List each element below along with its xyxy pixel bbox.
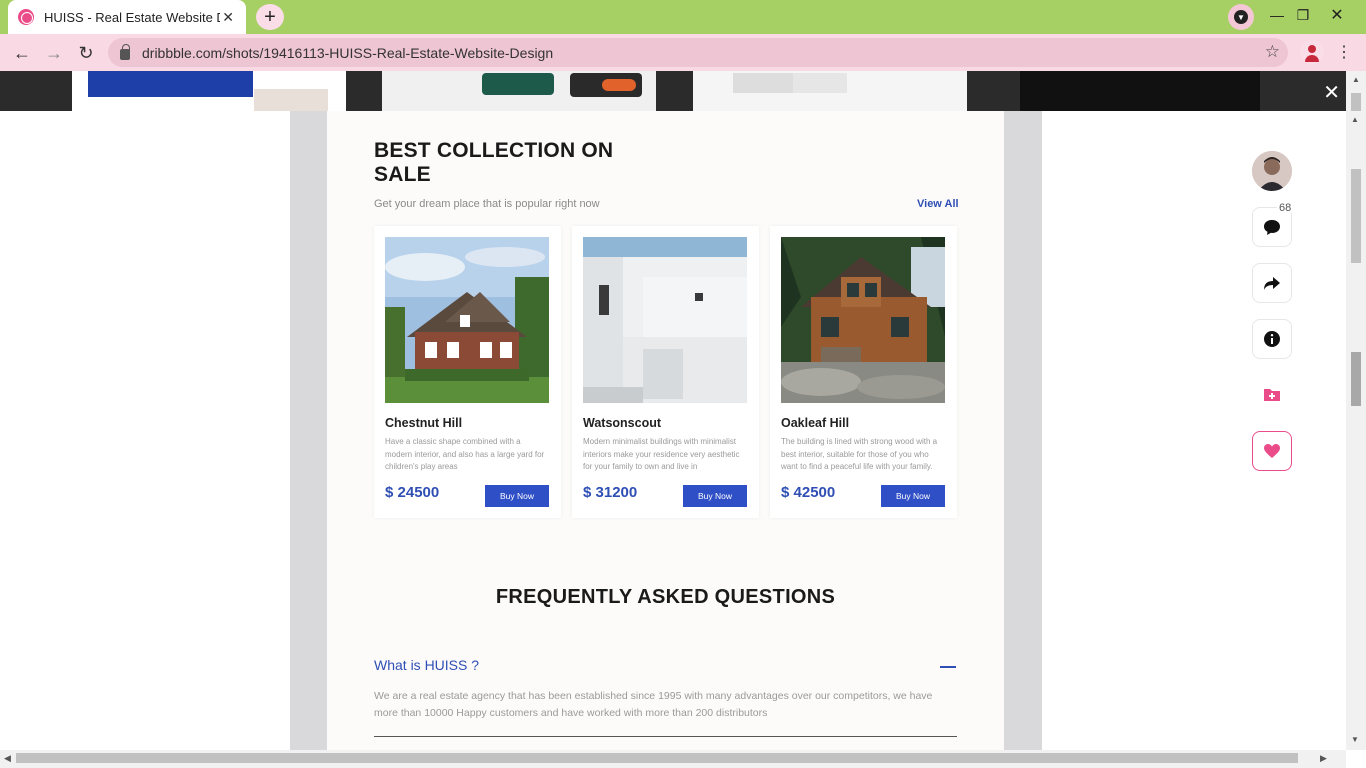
page-scrollbar[interactable]: ▲ [1346, 71, 1366, 111]
back-arrow-icon[interactable]: ← [9, 40, 35, 66]
share-icon [1264, 277, 1280, 290]
listing-description: Modern minimalist buildings with minimal… [583, 437, 740, 471]
scroll-up-arrow-icon[interactable]: ▲ [1351, 115, 1359, 124]
scroll-left-arrow-icon[interactable]: ◀ [4, 753, 11, 764]
tab-close-icon[interactable]: ✕ [220, 9, 236, 26]
listing-price: $ 24500 [385, 484, 440, 501]
listing-description: Have a classic shape combined with a mod… [385, 437, 545, 471]
browser-toolbar: ← → ↻ dribbble.com/shots/19416113-HUISS-… [0, 34, 1366, 71]
listing-name: Watsonscout [583, 416, 662, 430]
lock-icon [120, 44, 130, 60]
browser-tab[interactable]: HUISS - Real Estate Website Design ✕ [8, 0, 246, 34]
heart-icon [1264, 444, 1280, 458]
faq-divider [374, 736, 957, 737]
listing-price: $ 31200 [583, 484, 638, 501]
section-heading: BEST COLLECTION ON SALE [374, 139, 614, 186]
listing-name: Chestnut Hill [385, 416, 463, 430]
scroll-right-arrow-icon[interactable]: ▶ [1320, 753, 1327, 764]
modal-vertical-scrollbar[interactable]: ▲ ▼ [1346, 111, 1366, 750]
profile-head-icon [1308, 45, 1316, 53]
listing-description: The building is lined with strong wood w… [781, 437, 938, 471]
faq-answer: We are a real estate agency that has bee… [374, 690, 933, 719]
listing-name: Oakleaf Hill [781, 416, 850, 430]
comment-icon [1264, 220, 1280, 235]
buy-now-button[interactable]: Buy Now [485, 485, 549, 507]
page-backdrop [0, 71, 1366, 111]
profile-body-icon [1305, 55, 1319, 62]
scroll-up-arrow-icon[interactable]: ▲ [1352, 75, 1360, 84]
browser-tab-strip: HUISS - Real Estate Website Design ✕ + ▼… [0, 0, 1366, 34]
modal-close-icon[interactable]: ✕ [1323, 80, 1340, 105]
faq-heading: FREQUENTLY ASKED QUESTIONS [495, 586, 836, 608]
url-text: dribbble.com/shots/19416113-HUISS-Real-E… [142, 44, 554, 61]
forward-arrow-icon[interactable]: → [41, 40, 67, 66]
chevron-down-icon: ▼ [1234, 10, 1248, 24]
view-all-link[interactable]: View All [917, 198, 959, 210]
share-button[interactable] [1252, 263, 1292, 303]
dribbble-favicon-icon [18, 9, 34, 25]
info-icon [1264, 331, 1280, 347]
author-avatar[interactable] [1252, 151, 1292, 191]
listing-card[interactable]: Chestnut Hill Have a classic shape combi… [374, 226, 561, 518]
horizontal-scrollbar[interactable]: ◀ ▶ [0, 750, 1346, 768]
backdrop-thumbnail [72, 71, 346, 111]
listing-card[interactable]: Oakleaf Hill The building is lined with … [770, 226, 957, 518]
reload-icon[interactable]: ↻ [73, 40, 99, 66]
save-to-collection-button[interactable] [1252, 375, 1292, 415]
backdrop-thumbnail [1020, 71, 1260, 111]
bookmark-star-icon[interactable]: ☆ [1265, 42, 1280, 62]
backdrop-thumbnail [693, 71, 967, 111]
new-tab-button[interactable]: + [256, 4, 284, 30]
profile-button[interactable] [1300, 40, 1324, 64]
backdrop-thumbnail [382, 71, 656, 111]
section-subtitle: Get your dream place that is popular rig… [374, 198, 600, 210]
info-button[interactable] [1252, 319, 1292, 359]
house-photo [781, 237, 945, 403]
scrollbar-thumb[interactable] [16, 753, 1298, 763]
tab-title: HUISS - Real Estate Website Design [44, 9, 220, 25]
comments-count: 68 [1277, 202, 1294, 214]
tab-search-button[interactable]: ▼ [1228, 4, 1254, 30]
house-photo [583, 237, 747, 403]
listing-card[interactable]: Watsonscout Modern minimalist buildings … [572, 226, 759, 518]
scrollbar-thumb[interactable] [1351, 169, 1361, 263]
address-bar[interactable]: dribbble.com/shots/19416113-HUISS-Real-E… [108, 38, 1288, 67]
browser-menu-icon[interactable]: ⋮ [1336, 42, 1352, 62]
listing-price: $ 42500 [781, 484, 836, 501]
add-to-collection-icon [1264, 389, 1280, 401]
window-close-button[interactable]: ✕ [1314, 0, 1360, 30]
faq-question[interactable]: What is HUISS ? [374, 657, 479, 673]
collapse-minus-icon[interactable] [940, 666, 956, 668]
scrollbar-thumb[interactable] [1351, 352, 1361, 406]
buy-now-button[interactable]: Buy Now [683, 485, 747, 507]
like-button[interactable] [1252, 431, 1292, 471]
buy-now-button[interactable]: Buy Now [881, 485, 945, 507]
scroll-down-arrow-icon[interactable]: ▼ [1351, 735, 1359, 744]
house-photo [385, 237, 549, 403]
comments-button[interactable]: 68 [1252, 202, 1294, 247]
shot-modal: BEST COLLECTION ON SALE Get your dream p… [0, 111, 1346, 750]
